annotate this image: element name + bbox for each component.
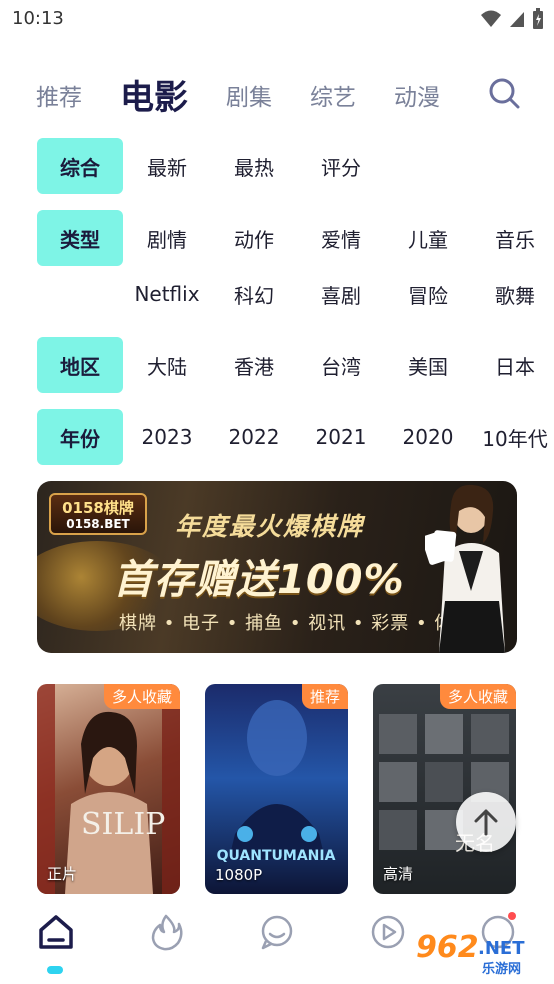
active-tab-indicator [47,966,63,974]
filter-option[interactable]: 香港 [209,337,299,393]
banner-logo-text: 0158棋牌 [62,499,134,517]
fire-icon[interactable] [146,912,186,952]
battery-icon [533,8,543,29]
filter-option[interactable]: 最热 [209,138,299,194]
filter-option[interactable]: 台湾 [296,337,386,393]
home-icon[interactable] [36,912,76,952]
filter-row-sort: 综合 最新 最热 评分 [0,138,554,194]
filter-option[interactable]: 2023 [122,409,212,465]
watermark-logo: 962 [416,930,479,965]
tab-movie[interactable]: 电影 [120,70,188,119]
filter-row-genre: 类型 剧情 动作 爱情 儿童 音乐 [0,210,554,266]
watermark-net: .NET [478,938,525,959]
filter-option[interactable]: 2020 [383,409,473,465]
status-icons [480,8,544,30]
filter-option[interactable]: 2021 [296,409,386,465]
filter-option[interactable]: 2022 [209,409,299,465]
ad-banner[interactable]: 0158棋牌 0158.BET 年度最火爆棋牌 首存赠送100% 棋牌 • 电子… [37,481,517,653]
arrow-up-icon [474,809,498,836]
filter-option[interactable]: 最新 [122,138,212,194]
tab-recommend[interactable]: 推荐 [36,78,82,112]
card-quality: 正片 [47,865,78,883]
card-quality: 高清 [383,865,414,883]
filter-option[interactable]: 爱情 [296,210,386,266]
filter-row-genre-2: Netflix 科幻 喜剧 冒险 歌舞 [0,266,554,322]
filter-option[interactable]: 评分 [296,138,386,194]
filter-label-year[interactable]: 年份 [37,409,123,465]
movie-card[interactable]: SILIP 多人收藏 正片 [37,684,180,894]
filter-label-genre[interactable]: 类型 [37,210,123,266]
movie-card[interactable]: 无名 多人收藏 高清 [373,684,516,894]
banner-offer: 首存赠送100% [113,557,405,603]
filter-option[interactable]: 冒险 [383,266,473,322]
movie-card-list: SILIP 多人收藏 正片 QUANTUMANIA 推荐 1080P 无名 多人… [0,684,554,894]
filter-option[interactable]: 大陆 [122,337,212,393]
poster-title: QUANTUMANIA [217,848,336,864]
card-badge: 多人收藏 [439,684,516,709]
scroll-top-button[interactable] [456,792,516,852]
play-icon[interactable] [368,912,408,952]
filter-option[interactable]: 科幻 [209,266,299,322]
tab-variety[interactable]: 综艺 [310,78,356,112]
filter-row-region: 地区 大陆 香港 台湾 美国 日本 [0,337,554,393]
poster-title: SILIP [81,807,165,842]
category-tabs: 推荐 电影 剧集 综艺 动漫 [0,66,554,122]
filter-option[interactable]: 日本 [470,337,554,393]
movie-poster: QUANTUMANIA [217,700,336,864]
filter-option[interactable]: 动作 [209,210,299,266]
filter-option[interactable]: 音乐 [470,210,554,266]
tab-anime[interactable]: 动漫 [394,78,440,112]
banner-logo-sub: 0158.BET [66,517,130,531]
filter-option[interactable]: 剧情 [122,210,212,266]
banner-categories: 棋牌 • 电子 • 捕鱼 • 视讯 • 彩票 • 体育 [119,613,473,634]
filter-label-sort[interactable]: 综合 [37,138,123,194]
status-time: 10:13 [12,8,64,29]
search-icon[interactable] [487,76,521,110]
banner-logo: 0158棋牌 0158.BET [49,493,147,535]
signal-icon [510,12,524,27]
filter-label-region[interactable]: 地区 [37,337,123,393]
filter-option[interactable]: 歌舞 [470,266,554,322]
filter-option[interactable]: 美国 [383,337,473,393]
dealer-illustration [425,484,505,653]
banner-headline: 年度最火爆棋牌 [175,512,365,541]
filter-row-year: 年份 2023 2022 2021 2020 10年代 [0,409,554,465]
filter-option[interactable]: 10年代 [470,409,554,465]
movie-card[interactable]: QUANTUMANIA 推荐 1080P [205,684,348,894]
watermark-sub: 乐游网 [482,962,522,977]
card-quality: 1080P [215,866,263,884]
filter-option[interactable]: 喜剧 [296,266,386,322]
card-badge: 推荐 [301,684,348,709]
tab-series[interactable]: 剧集 [226,78,272,112]
status-bar: 10:13 [0,0,554,40]
wifi-icon [481,10,501,27]
site-watermark: 962 .NET 乐游网 [416,930,550,982]
filter-option[interactable]: 儿童 [383,210,473,266]
filter-option[interactable]: Netflix [122,266,212,322]
chat-icon[interactable] [257,912,297,952]
card-badge: 多人收藏 [103,684,180,709]
